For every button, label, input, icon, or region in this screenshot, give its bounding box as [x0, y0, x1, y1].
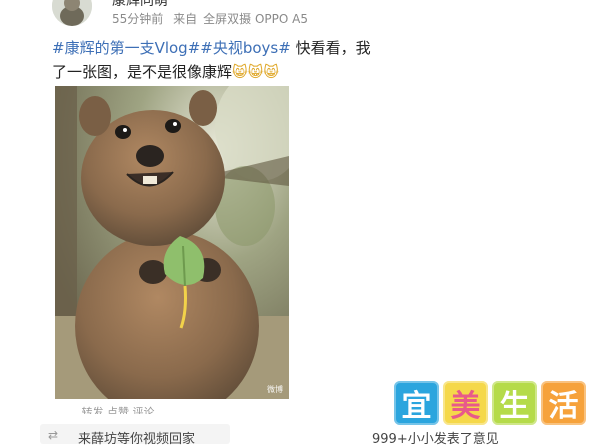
hashtag-link[interactable]: #康辉的第一支Vlog# [52, 39, 200, 57]
emoji-icons: 😸😸😸 [232, 63, 279, 81]
quokka-image [55, 86, 289, 399]
avatar-image [52, 0, 92, 26]
logo-char: 美 [443, 381, 488, 425]
user-avatar[interactable] [52, 0, 92, 26]
post-actions-cut: …… 转发 点赞 评论 [56, 406, 155, 414]
logo-char: 活 [541, 381, 586, 425]
post-time: 55分钟前 [112, 12, 164, 26]
logo-char: 宜 [394, 381, 439, 425]
source-prefix: 来自 [173, 12, 198, 26]
post-photo[interactable]: 微博 [55, 86, 289, 399]
photo-watermark: 微博 [267, 385, 283, 394]
logo-char: 生 [492, 381, 537, 425]
yimei-life-logo: 宜 美 生 活 [394, 381, 586, 427]
repost-icon[interactable]: ⇄ [48, 428, 58, 442]
post-body: #康辉的第一支Vlog##央视boys# 快看看，我了一张图，是不是很像康辉😸😸… [52, 36, 382, 84]
comment-preview[interactable]: 来薛坊等你视频回家 [78, 428, 195, 447]
comment-count-text: 999+小小发表了意见 [372, 432, 499, 447]
post-meta: 55分钟前 来自 全屏双摄 OPPO A5 [112, 10, 314, 27]
post-device: 全屏双摄 OPPO A5 [203, 12, 308, 26]
username[interactable]: 康辉同萌 [112, 0, 168, 10]
hashtag-link[interactable]: #央视boys# [200, 39, 291, 57]
